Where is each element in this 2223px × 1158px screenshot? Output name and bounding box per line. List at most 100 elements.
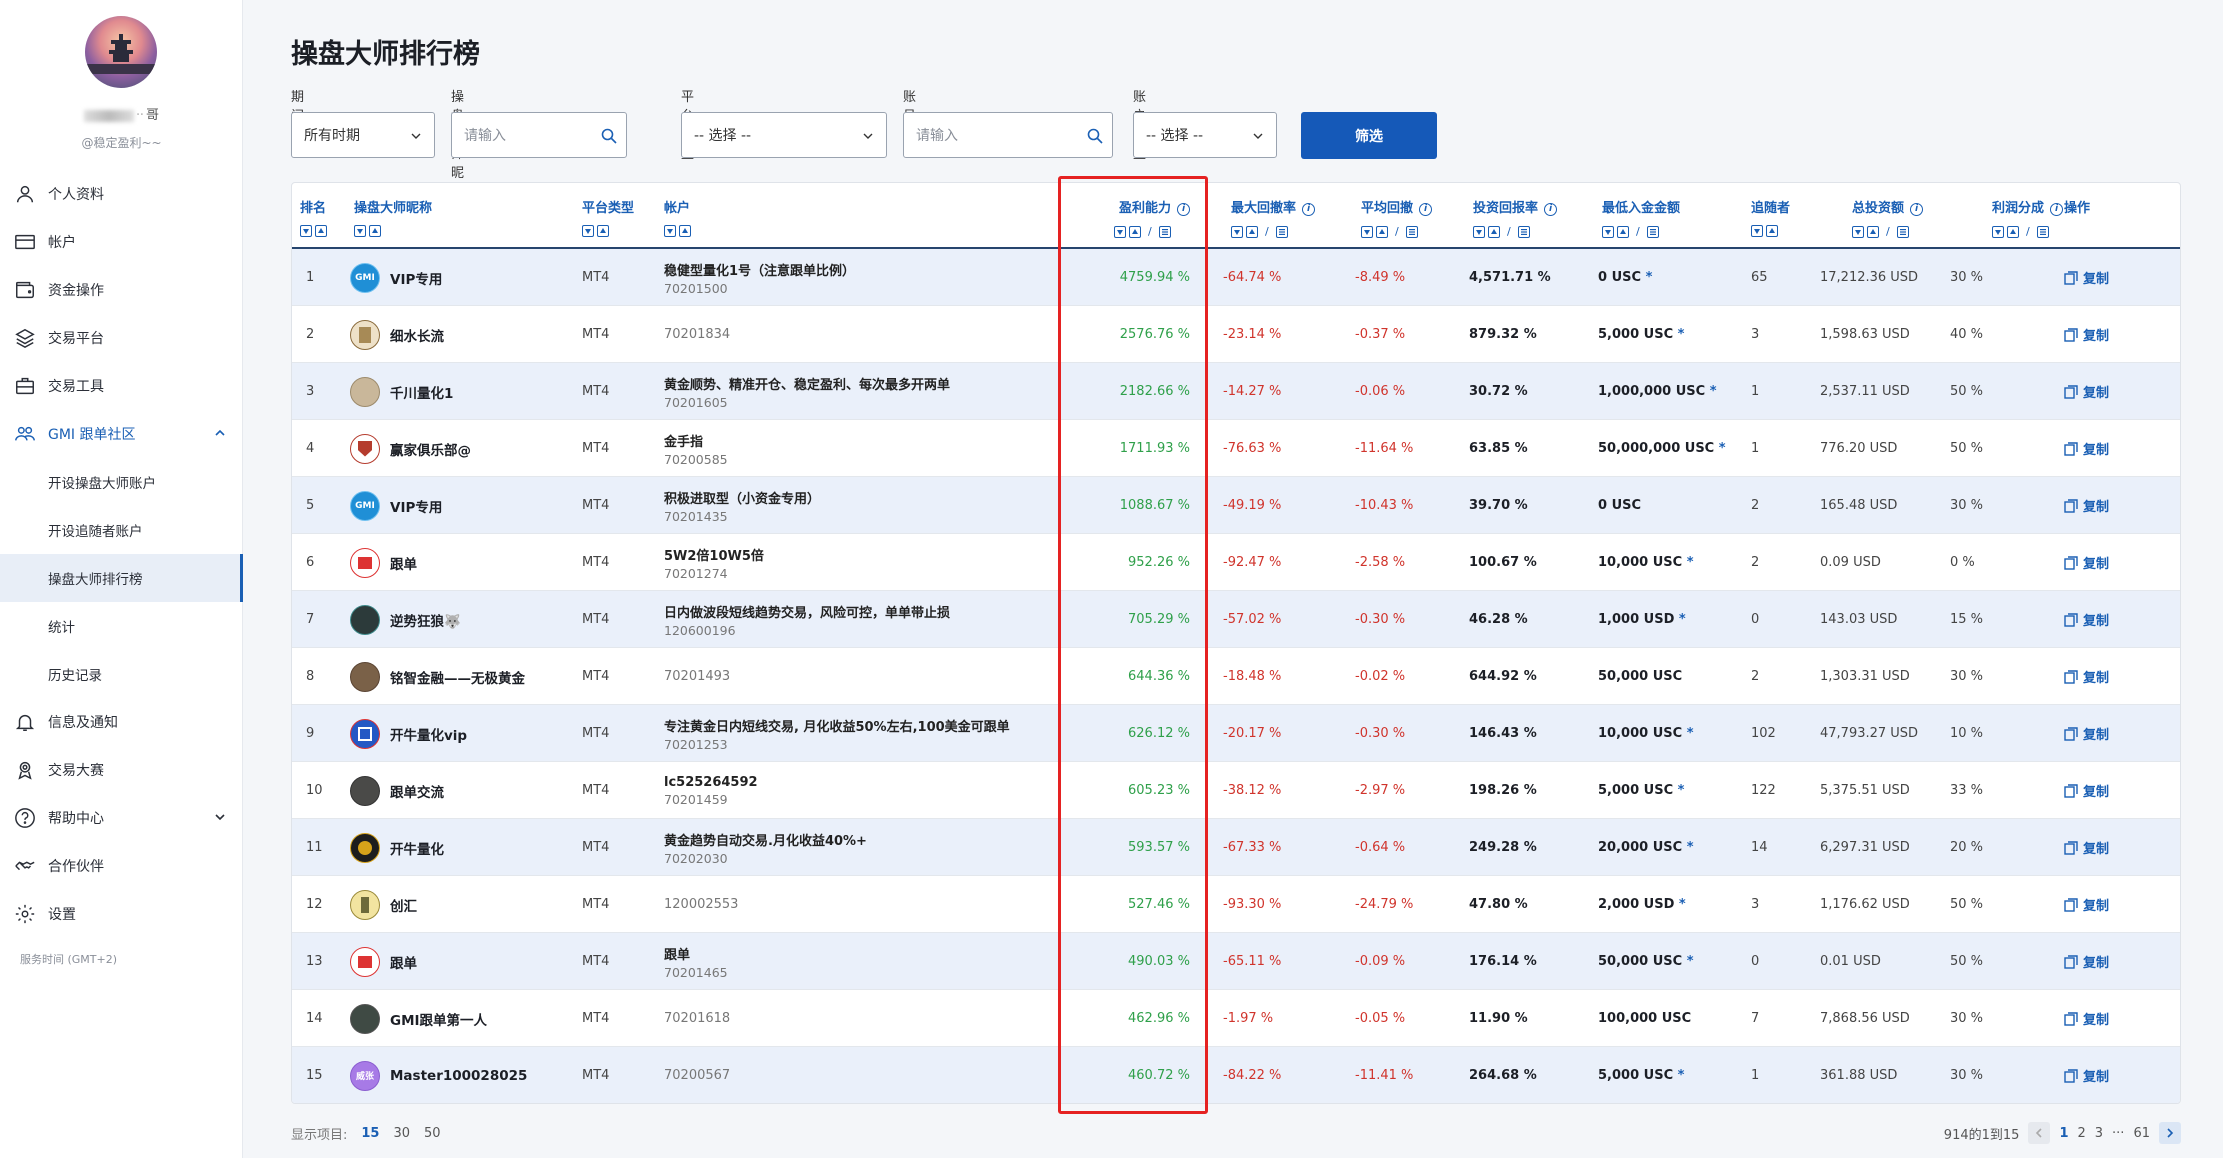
info-icon[interactable]: i [1544, 203, 1558, 216]
sort-down-icon[interactable] [1992, 225, 2004, 238]
sidebar-item-account[interactable]: 帐户 [0, 218, 243, 266]
copy-button[interactable]: 复制 [2064, 705, 2109, 762]
page-number-last[interactable]: 61 [2133, 1126, 2150, 1141]
trader-avatar[interactable] [350, 1003, 380, 1034]
trader-name[interactable]: GMI跟单第一人 [390, 1009, 487, 1029]
table-row[interactable]: 13 跟单 MT4 跟单 70201465 490.03 % -65.11 % -0.09 %… [292, 933, 2180, 990]
trader-name[interactable]: 跟单交流 [390, 781, 444, 801]
sort-down-icon[interactable] [1361, 225, 1373, 238]
sidebar-item-contest[interactable]: 交易大赛 [0, 746, 243, 794]
trader-name[interactable]: 跟单 [390, 952, 417, 972]
table-row[interactable]: 8 铭智金融——无极黄金 MT4 70201493 644.36 % -18.48 % -0… [292, 648, 2180, 705]
list-icon[interactable] [1646, 225, 1659, 238]
sidebar-sub-open-master[interactable]: 开设操盘大师账户 [0, 458, 243, 506]
sort-down-icon[interactable] [1751, 225, 1763, 237]
list-icon[interactable] [1275, 225, 1288, 238]
sidebar-item-community[interactable]: GMI 跟单社区 [0, 410, 243, 458]
page-size-option[interactable]: 30 [393, 1126, 410, 1141]
list-icon[interactable] [1405, 225, 1418, 238]
sort-down-icon[interactable] [354, 225, 366, 237]
trader-avatar[interactable]: GMI [350, 262, 380, 293]
table-row[interactable]: 10 跟单交流 MT4 lc525264592 70201459 605.23 % -38.… [292, 762, 2180, 819]
page-size-option[interactable]: 50 [424, 1126, 441, 1141]
sidebar-item-help[interactable]: 帮助中心 [0, 794, 243, 842]
trader-avatar[interactable] [350, 661, 380, 692]
sidebar-sub-open-follower[interactable]: 开设追随者账户 [0, 506, 243, 554]
sidebar-sub-history[interactable]: 历史记录 [0, 650, 243, 698]
page-number[interactable]: 2 [2077, 1126, 2085, 1141]
column-header[interactable]: 帐户 [664, 197, 690, 216]
table-row[interactable]: 11 开牛量化 MT4 黄金趋势自动交易.月化收益40%+ 70202030 593.57… [292, 819, 2180, 876]
column-header[interactable]: 投资回报率 i [1473, 197, 1558, 216]
sidebar-item-settings[interactable]: 设置 [0, 890, 243, 938]
copy-button[interactable]: 复制 [2064, 420, 2109, 477]
account-search-input[interactable]: 请输入 [903, 112, 1113, 158]
table-row[interactable]: 3 千川量化1 MT4 黄金顺势、精准开仓、稳定盈利、每次最多开两单 70201605 2… [292, 363, 2180, 420]
sort-down-icon[interactable] [1114, 225, 1126, 238]
page-number[interactable]: 1 [2059, 1126, 2068, 1141]
trader-avatar[interactable]: 威张 [350, 1060, 380, 1091]
list-icon[interactable] [2036, 225, 2049, 238]
sidebar-item-platform[interactable]: 交易平台 [0, 314, 243, 362]
sort-down-icon[interactable] [1602, 225, 1614, 238]
next-page-button[interactable] [2159, 1122, 2181, 1144]
info-icon[interactable]: i [1177, 203, 1190, 216]
copy-button[interactable]: 复制 [2064, 477, 2109, 534]
sort-down-icon[interactable] [1473, 225, 1485, 238]
sort-down-icon[interactable] [300, 225, 312, 237]
filter-button[interactable]: 筛选 [1301, 112, 1437, 159]
name-search-input[interactable]: 请输入 [451, 112, 627, 158]
trader-name[interactable]: 赢家俱乐部@ [390, 439, 471, 459]
sort-up-icon[interactable] [1766, 225, 1778, 237]
sort-down-icon[interactable] [582, 225, 594, 237]
column-header[interactable]: 平台类型 [582, 197, 634, 216]
trader-name[interactable]: VIP专用 [390, 496, 442, 516]
trader-avatar[interactable] [350, 433, 380, 464]
user-avatar[interactable] [85, 16, 157, 88]
column-header[interactable]: 排名 [300, 197, 326, 216]
sidebar-item-profile[interactable]: 个人资料 [0, 170, 243, 218]
list-icon[interactable] [1517, 225, 1530, 238]
platform-select[interactable]: -- 选择 -- [681, 112, 887, 158]
sort-up-icon[interactable] [1376, 225, 1388, 238]
period-select[interactable]: 所有时期 [291, 112, 435, 158]
sort-down-icon[interactable] [1852, 225, 1864, 238]
column-header[interactable]: 操盘大师昵称 [354, 197, 432, 216]
trader-name[interactable]: 开牛量化 [390, 838, 444, 858]
sort-up-icon[interactable] [315, 225, 327, 237]
copy-button[interactable]: 复制 [2064, 990, 2109, 1047]
sort-up-icon[interactable] [1246, 225, 1258, 238]
trader-avatar[interactable] [350, 832, 380, 863]
trader-name[interactable]: 细水长流 [390, 325, 444, 345]
copy-button[interactable]: 复制 [2064, 762, 2109, 819]
trader-name[interactable]: VIP专用 [390, 268, 442, 288]
sidebar-item-partners[interactable]: 合作伙伴 [0, 842, 243, 890]
trader-avatar[interactable] [350, 775, 380, 806]
info-icon[interactable]: i [1419, 203, 1433, 216]
column-header[interactable]: 总投资额 i [1852, 197, 1924, 216]
search-icon[interactable] [1086, 127, 1104, 145]
sidebar-item-tools[interactable]: 交易工具 [0, 362, 243, 410]
copy-button[interactable]: 复制 [2064, 819, 2109, 876]
table-row[interactable]: 4 赢家俱乐部@ MT4 金手指 70200585 1711.93 % -76.63 % -1… [292, 420, 2180, 477]
column-header[interactable]: 最大回撤率 i [1231, 197, 1316, 216]
page-number[interactable]: 3 [2095, 1126, 2103, 1141]
trader-avatar[interactable] [350, 604, 380, 635]
prev-page-button[interactable] [2028, 1122, 2051, 1144]
trader-avatar[interactable] [350, 889, 380, 920]
trader-name[interactable]: 逆势狂狼🐺 [390, 610, 461, 630]
column-header[interactable]: 追随者 [1751, 197, 1790, 216]
copy-button[interactable]: 复制 [2064, 933, 2109, 990]
acct-type-select[interactable]: -- 选择 -- [1133, 112, 1277, 158]
column-header[interactable]: 最低入金金额 [1602, 197, 1680, 216]
trader-avatar[interactable]: GMI [350, 490, 380, 521]
table-row[interactable]: 1 GMI VIP专用 MT4 稳健型量化1号（注意跟单比例） 70201500 4759.… [292, 249, 2180, 306]
sort-up-icon[interactable] [1129, 225, 1141, 238]
table-row[interactable]: 15 威张 Master100028025 MT4 70200567 460.72 % -8… [292, 1047, 2180, 1103]
column-header[interactable]: 盈利能力 i [1119, 197, 1190, 216]
table-row[interactable]: 12 创汇 MT4 120002553 527.46 % -93.30 % -24.79 %… [292, 876, 2180, 933]
table-row[interactable]: 7 逆势狂狼🐺 MT4 日内做波段短线趋势交易，风险可控，单单带止损 120600196… [292, 591, 2180, 648]
sidebar-item-notifications[interactable]: 信息及通知 [0, 698, 243, 746]
trader-name[interactable]: 创汇 [390, 895, 417, 915]
table-row[interactable]: 2 细水长流 MT4 70201834 2576.76 % -23.14 % -0.37 %… [292, 306, 2180, 363]
